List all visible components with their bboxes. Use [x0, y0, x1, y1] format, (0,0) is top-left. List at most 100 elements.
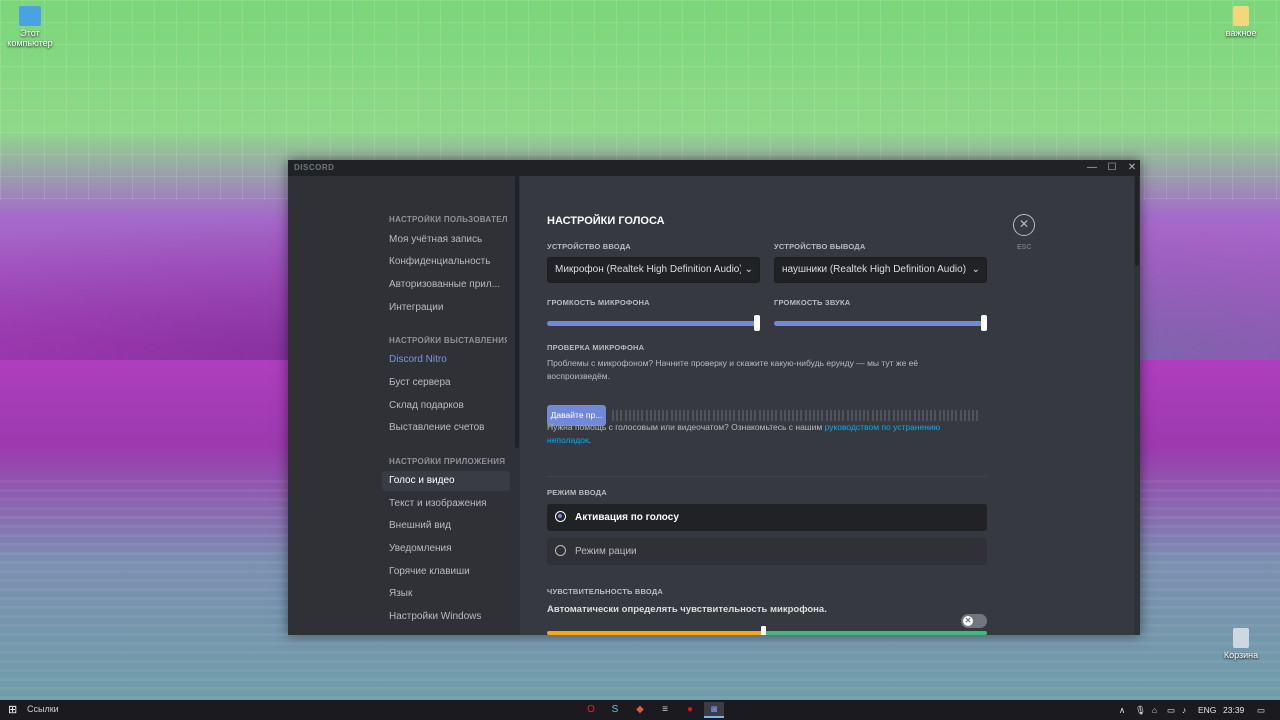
meter-bar — [930, 410, 933, 421]
opera-taskbar-icon[interactable]: O — [581, 702, 601, 718]
meter-bar — [859, 410, 862, 421]
meter-bar — [967, 410, 970, 421]
sidebar-item-notifications[interactable]: Уведомления — [382, 539, 510, 559]
battery-tray-icon[interactable]: ▭ — [1167, 705, 1175, 716]
sidebar-item-windows-settings[interactable]: Настройки Windows — [382, 607, 510, 627]
meter-bar — [917, 410, 920, 421]
meter-bar — [612, 410, 614, 421]
meter-bar — [821, 410, 824, 421]
chevron-down-icon: ⌄ — [744, 264, 753, 275]
meter-bar — [779, 410, 782, 421]
meter-bar — [775, 410, 778, 421]
sidebar-item-keybinds[interactable]: Горячие клавиши — [382, 562, 510, 582]
sidebar-item-privacy[interactable]: Конфиденциальность — [382, 252, 510, 272]
recycle-bin-icon — [1233, 628, 1249, 648]
sound-volume-slider[interactable] — [774, 321, 984, 326]
notification-center-icon[interactable]: ▭ — [1257, 705, 1265, 716]
minimize-button[interactable]: — — [1085, 161, 1099, 175]
windows-start-icon[interactable]: ⊞ — [8, 704, 20, 716]
mic-test-description: Проблемы с микрофоном? Начните проверку … — [547, 358, 919, 381]
network-tray-icon[interactable]: ⌂ — [1152, 705, 1157, 715]
sidebar-item-my-account[interactable]: Моя учётная запись — [382, 230, 510, 250]
auto-sensitivity-toggle[interactable]: ✕ — [961, 614, 987, 628]
output-device-value: наушники (Realtek High Definition Audio) — [782, 264, 967, 275]
help-text-suffix: . — [588, 435, 592, 445]
meter-bar — [871, 410, 874, 421]
meter-bar — [716, 410, 719, 421]
taskbar-clock[interactable]: 23:39 — [1223, 705, 1244, 715]
meter-bar — [796, 410, 799, 421]
meter-bar — [829, 410, 832, 421]
sidebar-item-authorized-apps[interactable]: Авторизованные прил... — [382, 275, 510, 295]
maximize-button[interactable]: ☐ — [1105, 161, 1119, 175]
game-taskbar-icon[interactable]: ◆ — [630, 702, 650, 718]
meter-bar — [846, 410, 849, 421]
meter-bar — [662, 410, 665, 421]
microphone-tray-icon[interactable]: 🎙 — [1135, 705, 1146, 716]
input-device-select[interactable]: Микрофон (Realtek High Definition Audio)… — [547, 257, 760, 283]
close-window-button[interactable]: ✕ — [1125, 161, 1139, 175]
sidebar-item-voice-video[interactable]: Голос и видео — [382, 471, 510, 491]
sidebar-item-appearance[interactable]: Внешний вид — [382, 516, 510, 536]
language-indicator[interactable]: ENG — [1198, 705, 1216, 715]
sidebar-header-user-settings: НАСТРОЙКИ ПОЛЬЗОВАТЕЛЯ — [389, 215, 507, 224]
desktop-icon-this-computer[interactable]: Этот компьютер — [0, 6, 60, 48]
meter-bar — [691, 410, 694, 421]
steam-taskbar-icon[interactable]: S — [605, 702, 625, 718]
tray-chevron-icon[interactable]: ∧ — [1119, 705, 1125, 716]
close-settings-button[interactable]: ✕ — [1013, 214, 1035, 236]
sidebar-item-billing[interactable]: Выставление счетов — [382, 418, 510, 438]
meter-bar — [787, 410, 790, 421]
content-scrollbar[interactable] — [1134, 176, 1140, 635]
sidebar-item-server-boost[interactable]: Буст сервера — [382, 373, 510, 393]
sound-volume-handle[interactable] — [981, 315, 987, 331]
meter-bar — [712, 410, 715, 421]
meter-bar — [850, 410, 853, 421]
mic-volume-handle[interactable] — [754, 315, 760, 331]
sensitivity-handle[interactable] — [760, 626, 766, 635]
meter-bar — [947, 410, 949, 421]
sidebar-item-discord-nitro[interactable]: Discord Nitro — [382, 350, 510, 370]
computer-icon — [19, 6, 41, 26]
sidebar-item-text-images[interactable]: Текст и изображения — [382, 494, 510, 514]
output-device-select[interactable]: наушники (Realtek High Definition Audio)… — [774, 257, 987, 283]
sidebar-scrollbar[interactable] — [515, 176, 519, 448]
meter-bar — [833, 410, 836, 421]
record-taskbar-icon[interactable]: ● — [680, 702, 700, 718]
mic-volume-slider[interactable] — [547, 321, 757, 326]
editor-taskbar-icon[interactable]: ≡ — [655, 702, 675, 718]
meter-bar — [679, 410, 681, 421]
meter-bar — [720, 410, 723, 421]
sidebar-item-integrations[interactable]: Интеграции — [382, 298, 510, 318]
meter-bar — [921, 410, 924, 421]
mic-volume-label: ГРОМКОСТЬ МИКРОФОНА — [547, 298, 650, 307]
push-to-talk-label: Режим рации — [575, 546, 637, 557]
meter-bar — [750, 410, 753, 421]
meter-bar — [624, 410, 627, 421]
chevron-down-icon: ⌄ — [971, 264, 980, 275]
voice-activity-option[interactable]: Активация по голосу — [547, 504, 987, 531]
meter-bar — [683, 410, 686, 421]
desktop-icon-label: Корзина — [1223, 650, 1259, 660]
content-scrollbar-thumb[interactable] — [1135, 176, 1139, 266]
sidebar-item-language[interactable]: Язык — [382, 584, 510, 604]
taskbar-links-label[interactable]: Ссылки — [27, 704, 59, 714]
discord-taskbar-icon[interactable]: ◙ — [704, 702, 724, 718]
input-sensitivity-label: ЧУВСТВИТЕЛЬНОСТЬ ВВОДА — [547, 587, 663, 596]
input-mode-label: РЕЖИМ ВВОДА — [547, 488, 607, 497]
sensitivity-bar[interactable] — [547, 631, 987, 635]
sidebar-item-gift-inventory[interactable]: Склад подарков — [382, 396, 510, 416]
meter-bar — [800, 410, 803, 421]
meter-bar — [687, 410, 690, 421]
output-device-label: УСТРОЙСТВО ВЫВОДА — [774, 242, 866, 251]
desktop-icon-recycle-bin[interactable]: Корзина — [1211, 628, 1271, 660]
desktop-icon-label: Этот компьютер — [7, 28, 53, 48]
close-icon: ✕ — [1018, 217, 1030, 231]
meter-bar — [641, 410, 644, 421]
meter-bar — [658, 410, 661, 421]
volume-tray-icon[interactable]: ♪ — [1182, 705, 1186, 715]
meter-bar — [838, 410, 841, 421]
meter-bar — [959, 410, 962, 421]
desktop-icon-important[interactable]: важное — [1211, 6, 1271, 38]
push-to-talk-option[interactable]: Режим рации — [547, 538, 987, 565]
